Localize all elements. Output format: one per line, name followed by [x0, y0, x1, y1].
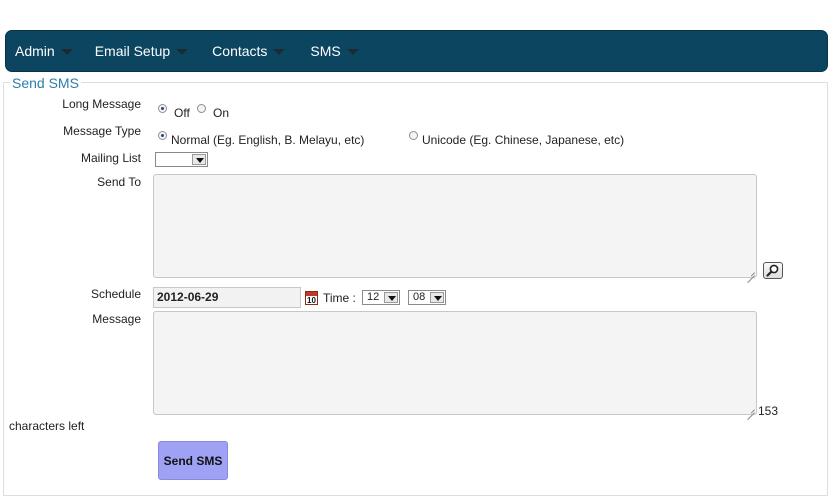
lookup-button[interactable] [763, 262, 783, 279]
schedule-label: Schedule [90, 287, 141, 301]
caret-down-icon [60, 49, 73, 55]
main-navbar: Admin Email Setup Contacts SMS [5, 30, 828, 72]
nav-email-setup-label: Email Setup [94, 43, 171, 59]
long-message-on-radio[interactable] [197, 104, 206, 113]
chevron-down-icon [192, 154, 206, 165]
long-message-off-radio[interactable] [158, 104, 167, 113]
calendar-icon[interactable]: 10 [305, 291, 318, 305]
resize-grip-icon[interactable] [747, 405, 755, 413]
message-textarea[interactable] [153, 311, 757, 415]
message-type-normal-label[interactable]: Normal (Eg. English, B. Melayu, etc) [171, 133, 364, 147]
resize-grip-icon[interactable] [747, 268, 755, 276]
hour-select[interactable]: 12 [362, 290, 400, 305]
caret-down-icon [346, 49, 359, 55]
long-message-off-label[interactable]: Off [174, 106, 190, 120]
time-label: Time : [323, 291, 356, 305]
nav-contacts[interactable]: Contacts [212, 31, 286, 71]
schedule-date-input[interactable]: 2012-06-29 [153, 287, 301, 308]
chars-left-count: 153 [758, 404, 779, 418]
fieldset-legend: Send SMS [10, 75, 81, 91]
nav-sms-label: SMS [310, 43, 341, 59]
nav-email-setup[interactable]: Email Setup [94, 31, 189, 71]
mailing-list-select[interactable] [155, 152, 208, 167]
message-type-unicode-label[interactable]: Unicode (Eg. Chinese, Japanese, etc) [422, 133, 624, 147]
magnifier-icon [766, 264, 779, 277]
message-type-label: Message Type [63, 124, 141, 138]
long-message-on-label[interactable]: On [213, 106, 229, 120]
send-to-label: Send To [97, 175, 141, 189]
message-type-unicode-radio[interactable] [409, 131, 418, 140]
long-message-label: Long Message [62, 97, 141, 111]
nav-admin-label: Admin [15, 43, 55, 59]
caret-down-icon [273, 49, 286, 55]
message-label: Message [92, 312, 141, 326]
caret-down-icon [176, 49, 189, 55]
send-to-textarea[interactable] [153, 174, 757, 278]
chevron-down-icon [384, 292, 398, 303]
nav-contacts-label: Contacts [212, 43, 268, 59]
hour-value: 12 [367, 291, 380, 303]
mailing-list-label: Mailing List [80, 151, 141, 165]
send-sms-button[interactable]: Send SMS [158, 441, 228, 480]
minute-value: 08 [413, 291, 426, 303]
nav-admin[interactable]: Admin [15, 31, 73, 71]
minute-select[interactable]: 08 [408, 290, 446, 305]
message-type-normal-radio[interactable] [158, 131, 167, 140]
chevron-down-icon [430, 292, 444, 303]
nav-sms[interactable]: SMS [310, 31, 359, 71]
chars-left-label: characters left [9, 419, 85, 433]
